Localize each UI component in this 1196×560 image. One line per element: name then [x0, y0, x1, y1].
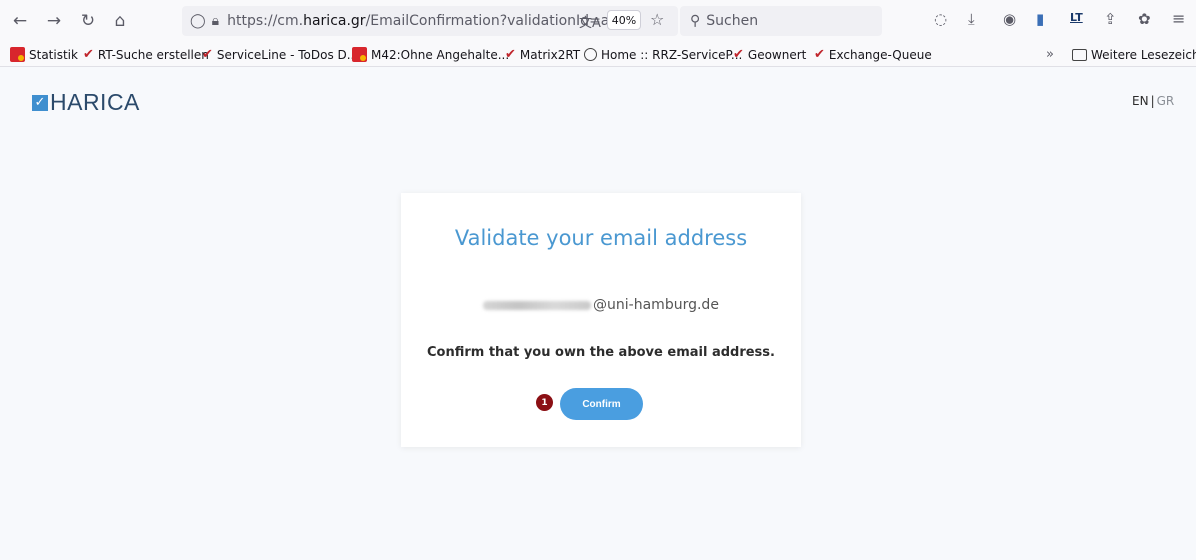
bookmark-serviceline[interactable]: ✔ ServiceLine - ToDos D... [202, 45, 358, 64]
forward-icon[interactable]: → [40, 7, 68, 35]
bookmark-matrix2rt[interactable]: ✔ Matrix2RT [505, 45, 580, 64]
lang-en-link[interactable]: EN [1132, 94, 1149, 108]
search-placeholder: Suchen [706, 13, 759, 29]
check-icon: ✔ [83, 47, 94, 62]
step-badge: 1 [536, 394, 553, 411]
red-app-icon [10, 47, 25, 62]
pocket-icon[interactable]: ◌ [934, 10, 947, 28]
confirm-button[interactable]: Confirm [560, 388, 643, 420]
folder-icon [1072, 48, 1087, 61]
lock-icon: 🔒︎ [211, 13, 220, 29]
card-title: Validate your email address [454, 226, 748, 250]
logo-check-icon: ✓ [32, 94, 48, 111]
bookmark-other[interactable]: Weitere Lesezeichen [1072, 45, 1196, 64]
search-icon: ⚲ [690, 13, 701, 29]
email-local-part-blurred [483, 300, 592, 310]
bookmark-rt-suche[interactable]: ✔ RT-Suche erstellen [83, 45, 209, 64]
validation-card: Validate your email address @uni-hamburg… [401, 193, 801, 447]
extensions-icon[interactable]: ✿ [1138, 10, 1151, 28]
page-content: ✓ HARICA EN | GR Validate your email addre… [0, 67, 1196, 560]
lang-gr-link[interactable]: GR [1157, 94, 1175, 108]
menu-icon[interactable]: ≡ [1172, 9, 1185, 28]
bookmark-star-icon[interactable]: ☆ [650, 10, 664, 29]
zoom-indicator[interactable]: 40% [607, 10, 641, 30]
bookmarks-bar: Statistik ✔ RT-Suche erstellen ✔ Service… [0, 42, 1196, 67]
reload-icon[interactable]: ↻ [74, 7, 102, 35]
url-host: harica.gr [303, 13, 366, 29]
back-icon[interactable]: ← [6, 7, 34, 35]
browser-toolbar: ← → ↻ ⌂ ◯ 🔒︎ https://cm. harica.gr/EmailC… [0, 0, 1196, 42]
confirm-instruction: Confirm that you own the above email add… [427, 345, 775, 360]
url-bar[interactable]: ◯ 🔒︎ https://cm. harica.gr/EmailConfirmat… [182, 6, 678, 36]
translate-icon[interactable]: 文A [579, 12, 601, 31]
bookmark-geownert[interactable]: ✔ Geownert [733, 45, 806, 64]
account-icon[interactable]: ◉ [1003, 10, 1016, 28]
share-icon[interactable]: ⇪ [1104, 10, 1117, 28]
reader-icon[interactable]: ▮ [1036, 10, 1044, 28]
languagetool-icon[interactable]: LT [1070, 11, 1083, 24]
bookmark-home-rrz[interactable]: Home :: RRZ-ServiceP... [584, 45, 742, 64]
download-icon[interactable]: ⤓ [968, 10, 975, 28]
check-icon: ✔ [202, 47, 213, 62]
language-switcher: EN | GR [1132, 94, 1174, 108]
shield-icon: ◯ [190, 13, 206, 29]
globe-icon [584, 48, 597, 61]
home-icon[interactable]: ⌂ [106, 7, 134, 35]
check-icon: ✔ [733, 47, 744, 62]
email-domain: @uni-hamburg.de [593, 297, 719, 313]
lang-separator: | [1150, 94, 1155, 108]
bookmark-statistik[interactable]: Statistik [10, 45, 78, 64]
search-bar[interactable]: ⚲ Suchen [680, 6, 882, 36]
harica-logo[interactable]: ✓ HARICA [32, 89, 140, 116]
bookmark-m42[interactable]: M42:Ohne Angehalte... [352, 45, 509, 64]
email-address: @uni-hamburg.de [401, 297, 801, 313]
check-icon: ✔ [505, 47, 516, 62]
url-prefix: https://cm. [227, 13, 304, 29]
bookmarks-overflow-icon[interactable]: » [1046, 45, 1054, 64]
red-app-icon [352, 47, 367, 62]
bookmark-exchange-queue[interactable]: ✔ Exchange-Queue [814, 45, 932, 64]
check-icon: ✔ [814, 47, 825, 62]
